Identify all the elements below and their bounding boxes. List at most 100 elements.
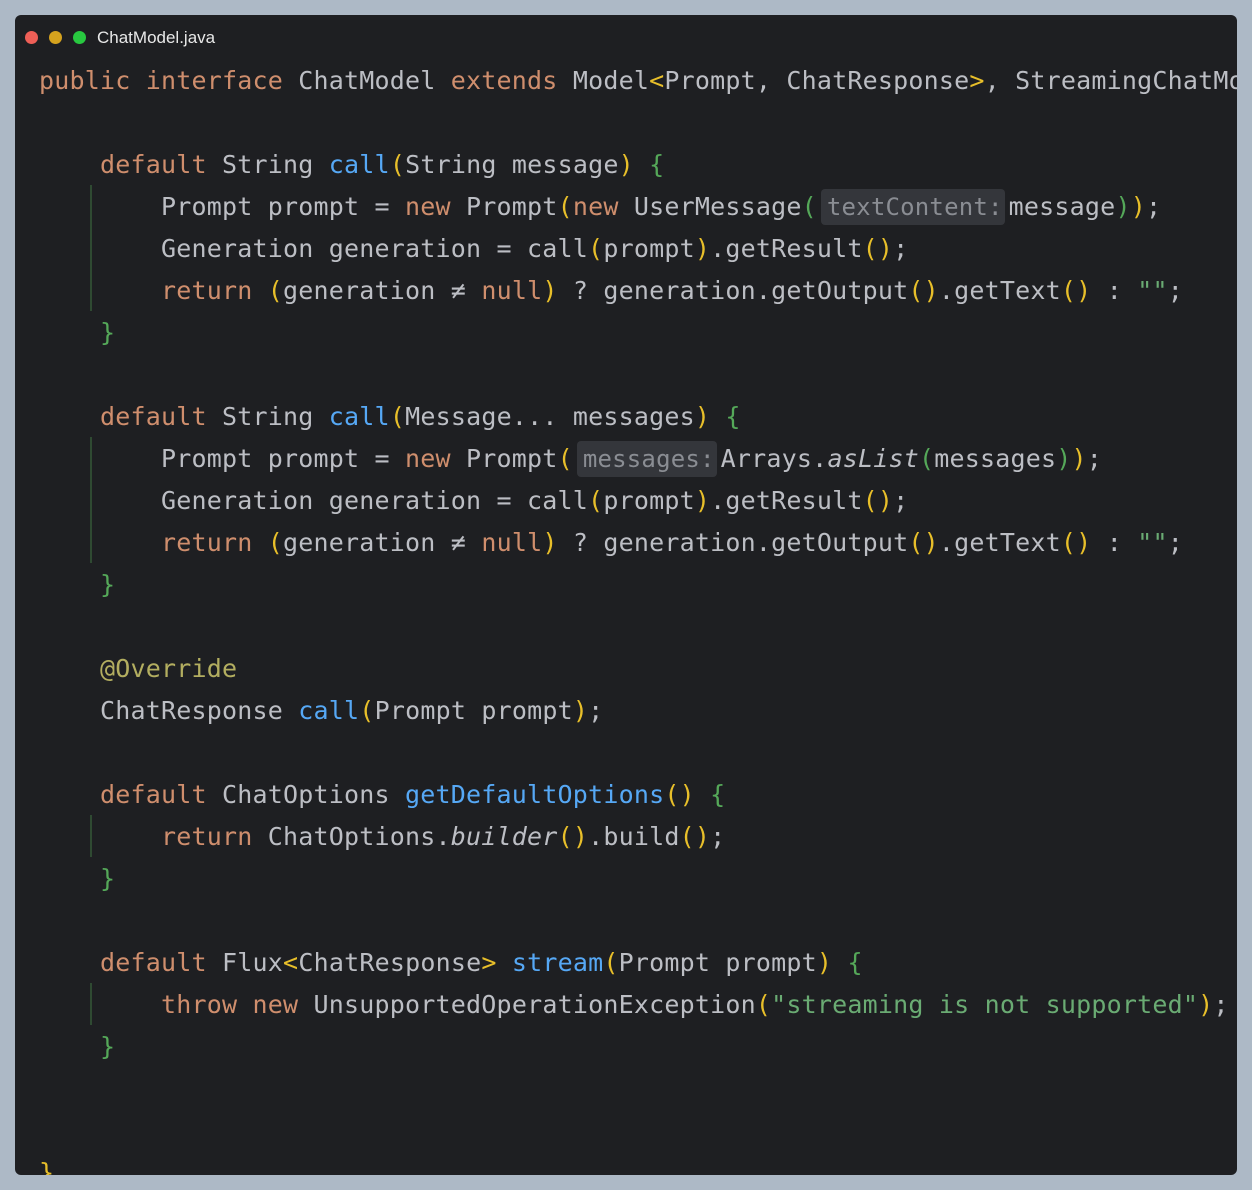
code-editor[interactable]: public interface ChatModel extends Model…	[39, 60, 1237, 1175]
code-token: ()	[679, 822, 711, 851]
code-token: )	[694, 234, 711, 263]
title-bar: ChatModel.java	[15, 15, 1237, 59]
code-token: generation ≠	[283, 528, 482, 557]
code-token: )	[542, 528, 558, 557]
code-token: , StreamingChatModel	[984, 66, 1237, 95]
parameter-hint: textContent:	[820, 189, 1005, 225]
code-token: ()	[664, 780, 695, 809]
code-token: Message... messages	[405, 402, 695, 431]
code-token: .build	[588, 822, 680, 851]
code-token: ;	[1213, 990, 1229, 1019]
code-token: (	[755, 990, 772, 1019]
code-token: ()	[862, 486, 894, 515]
code-token: (	[359, 696, 375, 725]
code-token: )	[542, 276, 558, 305]
code-token: }	[39, 1158, 55, 1175]
code-token: )	[1198, 990, 1214, 1019]
code-token: (	[557, 192, 573, 221]
code-token: Generation generation = call	[39, 486, 589, 515]
code-token: {	[649, 150, 665, 179]
parameter-hint: messages:	[576, 441, 717, 477]
code-token: ChatResponse	[298, 948, 482, 977]
code-line: }	[39, 312, 115, 354]
code-token: (	[389, 150, 406, 179]
code-token: )	[816, 948, 833, 977]
code-token: )	[1071, 444, 1087, 473]
code-line: }	[39, 564, 115, 606]
code-token: throw	[161, 990, 253, 1019]
code-token: ()	[557, 822, 589, 851]
code-token: )	[694, 486, 711, 515]
code-token: ChatModel	[298, 66, 451, 95]
close-window-button[interactable]	[25, 31, 38, 44]
code-token: {	[847, 948, 863, 977]
code-token: ;	[1167, 528, 1183, 557]
code-token: ChatResponse	[39, 696, 299, 725]
code-line: }	[39, 858, 115, 900]
code-token: )	[572, 696, 589, 725]
code-token: <	[649, 66, 665, 95]
code-token: new	[572, 192, 634, 221]
code-token: getDefaultOptions	[405, 780, 665, 809]
code-token: String	[222, 402, 329, 431]
code-token: default	[100, 150, 223, 179]
code-token: (	[267, 528, 284, 557]
code-token: stream	[511, 948, 604, 977]
code-token: Generation generation = call	[39, 234, 589, 263]
code-token: }	[100, 318, 116, 347]
code-token: ;	[893, 234, 909, 263]
code-token: ? generation.getOutput	[557, 276, 909, 305]
code-token: ChatOptions.	[267, 822, 451, 851]
code-token: String message	[405, 150, 619, 179]
code-token: Flux	[222, 948, 284, 977]
code-token: .getText	[938, 276, 1061, 305]
code-token: ()	[1060, 276, 1092, 305]
code-token: )	[1056, 444, 1072, 473]
code-token: )	[1130, 192, 1146, 221]
code-line: return (generation ≠ null) ? generation.…	[39, 270, 1183, 312]
code-token: ()	[908, 276, 939, 305]
code-token: ""	[1137, 528, 1168, 557]
editor-window: ChatModel.java public interface ChatMode…	[15, 15, 1237, 1175]
code-token: default	[100, 948, 223, 977]
minimize-window-button[interactable]	[49, 31, 62, 44]
code-token: .getResult	[710, 486, 863, 515]
code-line: default String call(Message... messages)…	[39, 396, 741, 438]
code-token: ChatOptions	[222, 780, 406, 809]
code-token: builder	[450, 822, 558, 851]
code-token: message	[1008, 192, 1116, 221]
code-line: default String call(String message) {	[39, 144, 664, 186]
code-line: Generation generation = call(prompt).get…	[39, 228, 908, 270]
code-token: new	[405, 444, 467, 473]
code-token: >	[969, 66, 985, 95]
code-line: @Override	[39, 648, 237, 690]
code-token: }	[100, 1032, 116, 1061]
code-token: @Override	[100, 654, 238, 683]
code-token: ;	[710, 822, 726, 851]
code-token: public	[39, 66, 146, 95]
code-line: return (generation ≠ null) ? generation.…	[39, 522, 1183, 564]
code-token: Prompt prompt	[374, 696, 573, 725]
maximize-window-button[interactable]	[73, 31, 86, 44]
code-token: new	[252, 990, 314, 1019]
code-token: default	[100, 780, 223, 809]
code-token: )	[1115, 192, 1131, 221]
code-token: }	[100, 864, 116, 893]
code-token: prompt	[603, 234, 695, 263]
code-token: Arrays.	[720, 444, 828, 473]
code-token: ()	[1060, 528, 1092, 557]
code-token: default	[100, 402, 223, 431]
code-line: default ChatOptions getDefaultOptions() …	[39, 774, 725, 816]
code-token: ()	[908, 528, 939, 557]
